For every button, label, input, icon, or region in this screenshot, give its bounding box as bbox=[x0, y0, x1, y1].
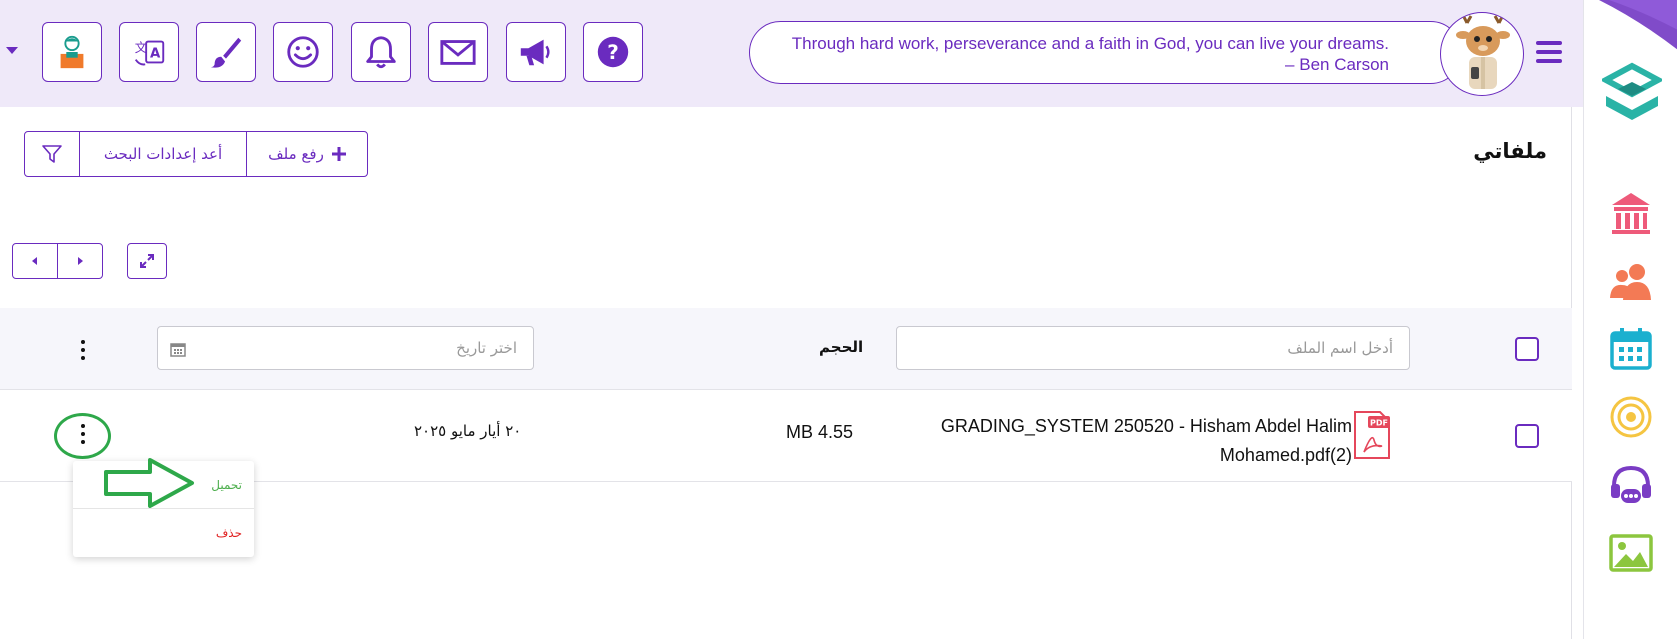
pdf-file-icon: PDF bbox=[1354, 411, 1390, 459]
podcast-icon[interactable] bbox=[1608, 462, 1654, 508]
school-icon[interactable] bbox=[1608, 190, 1654, 236]
select-all-checkbox[interactable] bbox=[1515, 337, 1539, 361]
motivational-quote: Through hard work, perseverance and a fa… bbox=[749, 21, 1462, 84]
pager bbox=[12, 243, 103, 279]
smiley-icon bbox=[287, 36, 319, 68]
top-bar: A 文 ? Through hard work, perseverance an… bbox=[0, 0, 1583, 107]
translate-icon: A 文 bbox=[135, 40, 165, 66]
deer-mascot-icon bbox=[1456, 14, 1510, 89]
target-icon[interactable] bbox=[1608, 394, 1654, 440]
notifications-button[interactable] bbox=[351, 22, 411, 82]
language-button[interactable]: A 文 bbox=[119, 22, 179, 82]
envelope-icon bbox=[440, 40, 476, 65]
pdf-badge: PDF bbox=[1370, 419, 1388, 428]
date-filter-input[interactable]: اختر تاريخ bbox=[157, 326, 534, 370]
upload-file-button[interactable]: رفع ملف bbox=[247, 132, 367, 176]
profile-button[interactable] bbox=[42, 22, 102, 82]
announcements-button[interactable] bbox=[506, 22, 566, 82]
megaphone-icon bbox=[520, 39, 550, 66]
sidebar bbox=[1583, 0, 1677, 639]
expand-button[interactable] bbox=[127, 243, 167, 279]
svg-text:A: A bbox=[150, 47, 161, 62]
theme-button[interactable] bbox=[196, 22, 256, 82]
avatar[interactable] bbox=[1440, 12, 1524, 96]
date-filter-placeholder: اختر تاريخ bbox=[456, 339, 517, 357]
row-checkbox[interactable] bbox=[1515, 424, 1539, 448]
next-button[interactable] bbox=[58, 244, 102, 278]
filename-filter-input[interactable]: أدخل اسم الملف bbox=[896, 326, 1410, 370]
messages-button[interactable] bbox=[428, 22, 488, 82]
svg-text:文: 文 bbox=[135, 40, 147, 55]
delete-menu-item[interactable]: حذف bbox=[73, 509, 254, 557]
help-icon: ? bbox=[597, 36, 629, 68]
expand-icon bbox=[140, 254, 154, 268]
caret-left-icon bbox=[32, 257, 37, 265]
calendar-icon[interactable] bbox=[1608, 326, 1654, 372]
help-button[interactable]: ? bbox=[583, 22, 643, 82]
main-content: ملفاتي أعد إعدادات البحث رفع ملف أدخل اس… bbox=[0, 107, 1572, 639]
gallery-icon[interactable] bbox=[1608, 530, 1654, 576]
upload-file-label: رفع ملف bbox=[268, 145, 324, 163]
emoji-button[interactable] bbox=[273, 22, 333, 82]
filter-row: أدخل اسم الملف الحجم اختر تاريخ bbox=[0, 308, 1572, 390]
file-size: MB 4.55 bbox=[786, 422, 854, 442]
annotation-arrow-icon bbox=[104, 458, 194, 508]
student-avatar-icon bbox=[60, 35, 84, 69]
menu-icon[interactable] bbox=[1536, 41, 1562, 63]
bell-icon bbox=[366, 36, 396, 69]
action-button-group: أعد إعدادات البحث رفع ملف bbox=[24, 131, 368, 177]
reset-search-button[interactable]: أعد إعدادات البحث bbox=[80, 132, 247, 176]
caret-right-icon bbox=[78, 257, 83, 265]
plus-icon bbox=[331, 147, 346, 161]
header-kebab-icon[interactable] bbox=[80, 340, 86, 364]
file-name[interactable]: GRADING_SYSTEM 250520 - Hisham Abdel Hal… bbox=[872, 412, 1352, 470]
corner-ribbon-icon bbox=[1599, 0, 1677, 50]
paint-brush-icon bbox=[210, 37, 242, 68]
svg-text:?: ? bbox=[607, 40, 619, 64]
prev-button[interactable] bbox=[13, 244, 58, 278]
file-date: ٢٠ أيار مايو ٢٠٢٥ bbox=[414, 422, 522, 440]
chevron-down-icon[interactable] bbox=[6, 47, 18, 54]
annotation-circle bbox=[54, 413, 111, 459]
users-icon[interactable] bbox=[1608, 258, 1654, 304]
logo-icon[interactable] bbox=[1602, 62, 1662, 130]
filter-button[interactable] bbox=[25, 132, 80, 176]
funnel-icon bbox=[42, 145, 62, 163]
size-column-header: الحجم bbox=[819, 338, 864, 356]
calendar-small-icon bbox=[170, 343, 186, 357]
page-title: ملفاتي bbox=[1473, 139, 1547, 163]
